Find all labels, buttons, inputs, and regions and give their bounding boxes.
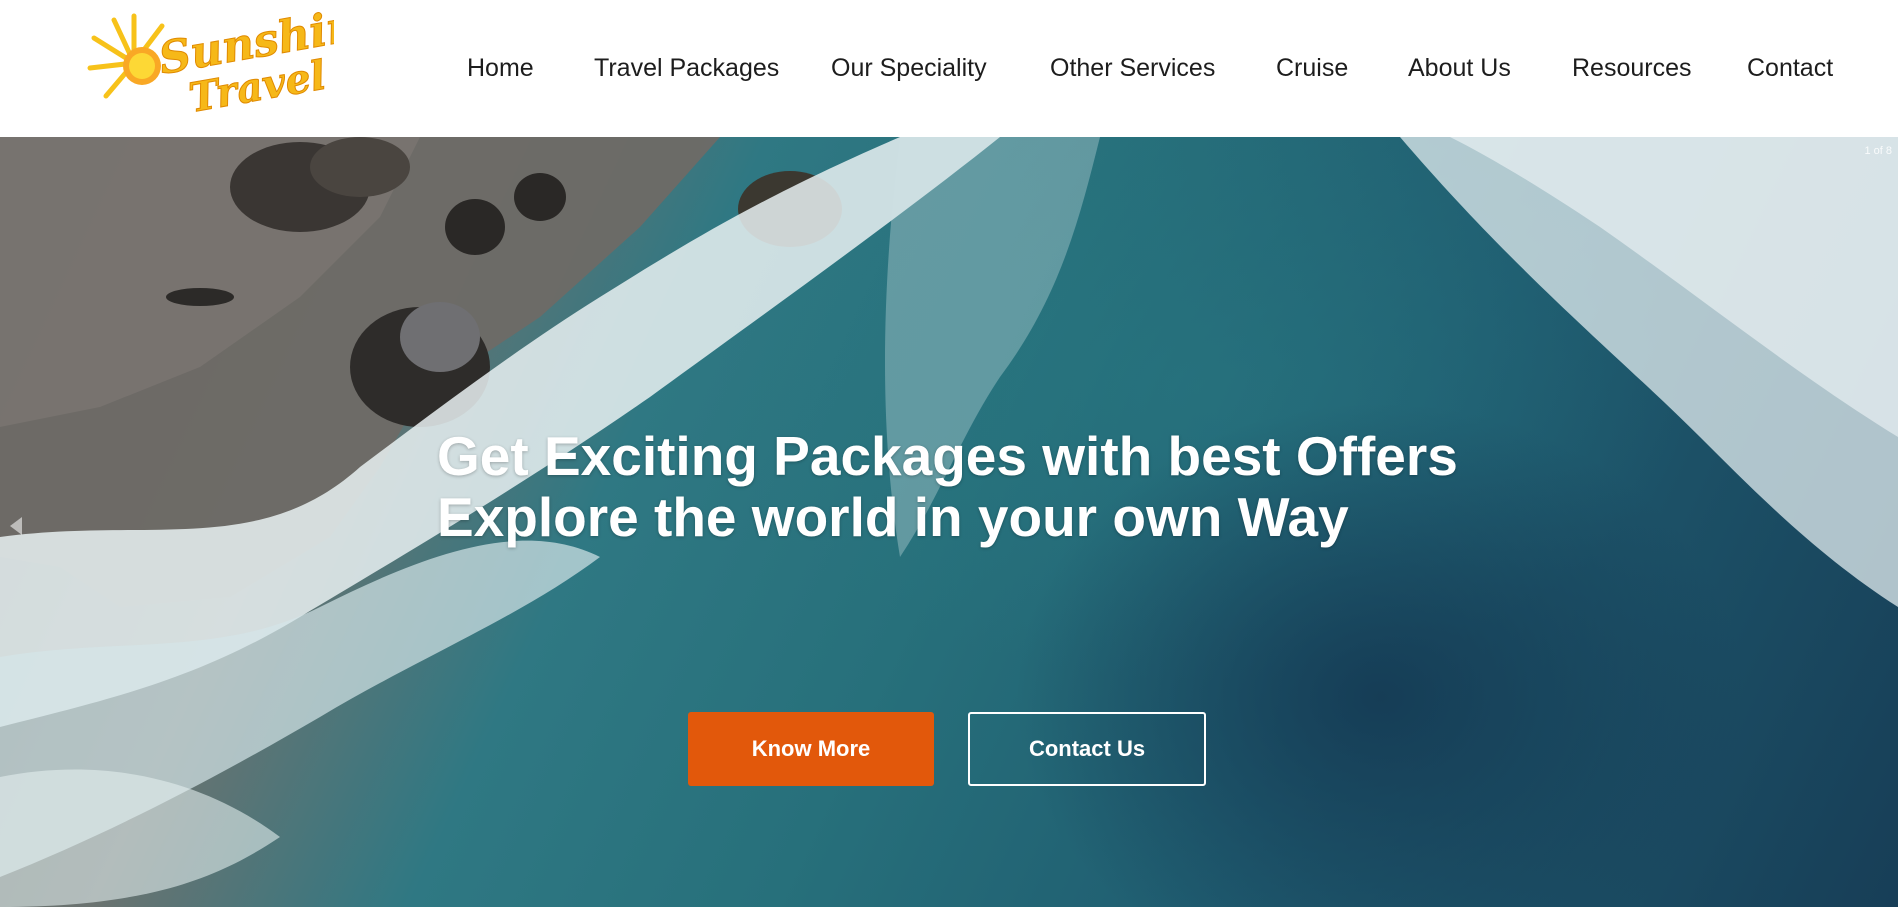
site-header: Sunshine Travel Home Travel Packages Our… [0,0,1898,137]
slide-counter: 1 of 8 [1864,145,1892,157]
hero-headline-line-1: Get Exciting Packages with best Offers [437,425,1458,487]
contact-us-button[interactable]: Contact Us [968,712,1206,786]
nav-cruise[interactable]: Cruise [1276,50,1348,86]
know-more-button[interactable]: Know More [688,712,934,786]
previous-slide-arrow-icon[interactable] [10,517,22,535]
nav-travel-packages[interactable]: Travel Packages [594,50,779,86]
nav-home[interactable]: Home [467,50,534,86]
nav-about-us[interactable]: About Us [1408,50,1511,86]
hero-slideshow: 1 of 8 Get Exciting Packages with best O… [0,137,1898,907]
nav-contact[interactable]: Contact [1747,50,1833,86]
hero-headline: Get Exciting Packages with best Offers E… [437,426,1637,548]
main-navigation: Home Travel Packages Our Speciality Othe… [0,0,1898,137]
hero-headline-line-2: Explore the world in your own Way [437,486,1349,548]
nav-our-speciality[interactable]: Our Speciality [831,50,987,86]
nav-resources[interactable]: Resources [1572,50,1692,86]
nav-other-services[interactable]: Other Services [1050,50,1215,86]
